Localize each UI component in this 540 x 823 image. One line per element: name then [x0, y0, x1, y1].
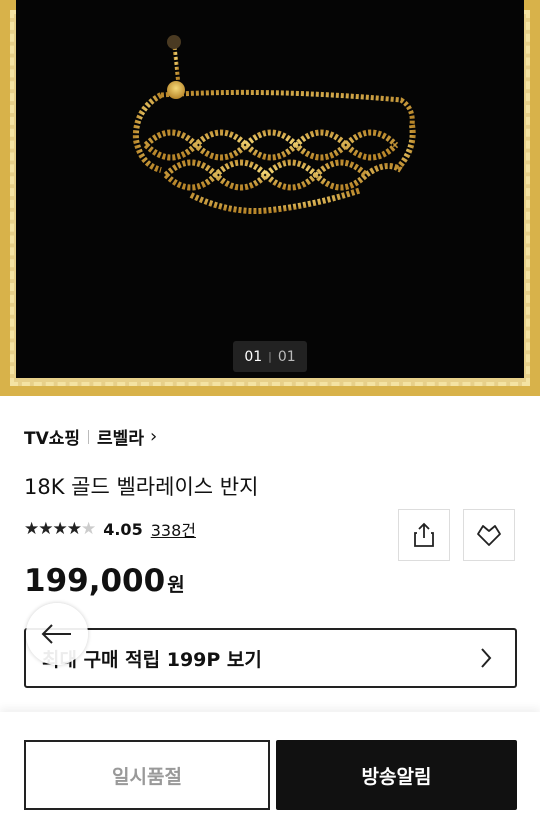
product-price: 199,000 원	[24, 563, 185, 599]
image-counter-total: 01	[277, 348, 296, 365]
rating-stars: ★★★★★	[24, 519, 96, 539]
broadcast-alert-button[interactable]: 방송알림	[276, 740, 517, 810]
gold-bracelet-image	[132, 35, 416, 214]
image-counter-separator: |	[268, 350, 272, 363]
review-count-link[interactable]: 338건	[151, 517, 196, 541]
price-value: 199,000	[24, 563, 166, 599]
product-title: 18K 골드 벨라레이스 반지	[24, 475, 259, 499]
share-button[interactable]	[398, 509, 450, 561]
brand-link[interactable]: 르벨라	[97, 424, 144, 449]
rating-row: ★★★★★ 4.05 338건	[24, 517, 196, 541]
product-image-area: 01 | 01	[0, 0, 540, 396]
product-photo[interactable]	[16, 0, 524, 378]
divider	[88, 429, 90, 444]
back-button[interactable]	[26, 603, 88, 665]
arrow-left-icon	[41, 624, 71, 644]
rating-score: 4.05	[103, 519, 143, 539]
image-counter: 01 | 01	[233, 341, 307, 372]
channel-label: TV쇼핑	[24, 429, 81, 449]
heart-icon	[477, 525, 501, 546]
breadcrumb: TV쇼핑 르벨라 ›	[24, 424, 157, 449]
soldout-button[interactable]: 일시품절	[24, 740, 270, 810]
chevron-right-icon[interactable]: ›	[150, 426, 157, 447]
price-unit: 원	[167, 574, 185, 596]
image-counter-current: 01	[244, 348, 263, 365]
share-icon	[414, 522, 434, 547]
reward-points-button[interactable]: 최대 구매 적립 199P 보기	[24, 628, 517, 688]
wishlist-button[interactable]	[463, 509, 515, 561]
chevron-right-icon	[481, 648, 492, 668]
